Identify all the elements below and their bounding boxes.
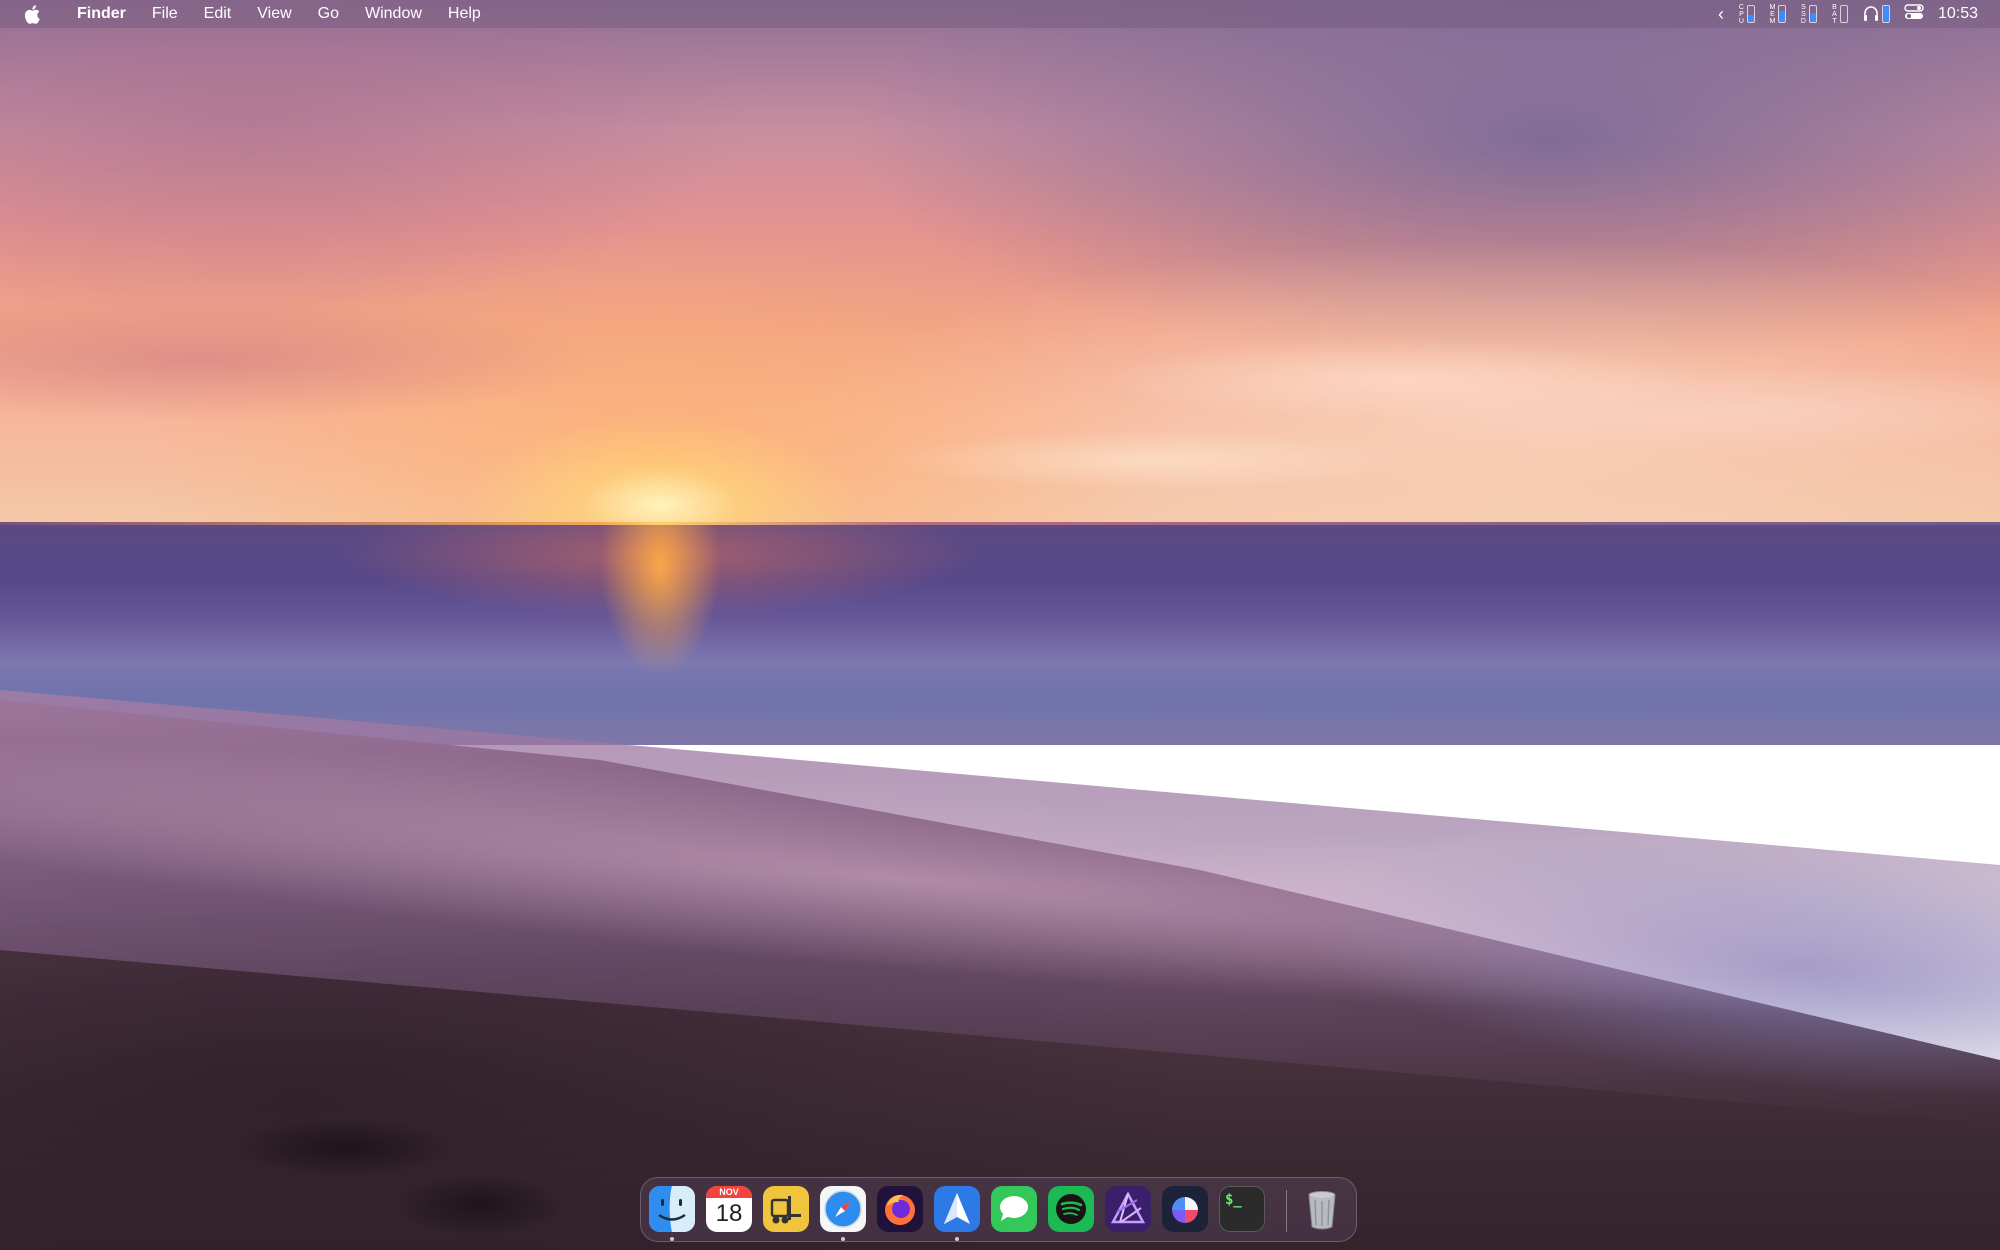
finder-icon[interactable] bbox=[649, 1186, 695, 1232]
finder-running-indicator bbox=[670, 1237, 674, 1241]
calendar-month: NOV bbox=[706, 1186, 752, 1198]
craft-icon[interactable] bbox=[1162, 1186, 1208, 1232]
dock-separator bbox=[1286, 1190, 1287, 1232]
headphones-status[interactable] bbox=[1862, 5, 1890, 23]
memory-meter-bar bbox=[1777, 5, 1786, 23]
battery-meter-label: BAT bbox=[1832, 3, 1837, 25]
forklift-icon[interactable] bbox=[763, 1186, 809, 1232]
status-menus: ‹ CPU MEM SSD BAT 10:53 bbox=[1718, 0, 1978, 28]
menu-go[interactable]: Go bbox=[305, 0, 352, 28]
messages-icon[interactable] bbox=[991, 1186, 1037, 1232]
battery-meter[interactable]: BAT bbox=[1831, 4, 1848, 25]
safari-running-indicator bbox=[841, 1237, 845, 1241]
desktop-wallpaper bbox=[0, 0, 2000, 1250]
safari-icon[interactable] bbox=[820, 1186, 866, 1232]
control-center-icon[interactable] bbox=[1904, 4, 1924, 24]
menu-file[interactable]: File bbox=[139, 0, 191, 28]
cpu-meter-bar bbox=[1746, 5, 1755, 23]
menu-view[interactable]: View bbox=[244, 0, 304, 28]
menu-app-finder[interactable]: Finder bbox=[64, 0, 139, 28]
ssd-meter-label: SSD bbox=[1800, 3, 1806, 25]
calendar-icon[interactable]: NOV 18 bbox=[706, 1186, 752, 1232]
spotify-icon[interactable] bbox=[1048, 1186, 1094, 1232]
menu-edit[interactable]: Edit bbox=[191, 0, 245, 28]
memory-meter[interactable]: MEM bbox=[1769, 4, 1786, 25]
dock: NOV 18 $_ bbox=[640, 1177, 1357, 1242]
wallpaper-sea bbox=[0, 525, 2000, 745]
affinity-photo-icon[interactable] bbox=[1105, 1186, 1151, 1232]
battery-meter-bar bbox=[1839, 5, 1848, 23]
ssd-meter-bar bbox=[1808, 5, 1817, 23]
memory-meter-label: MEM bbox=[1769, 3, 1776, 25]
collapse-arrow-icon[interactable]: ‹ bbox=[1718, 4, 1724, 25]
headphones-icon bbox=[1863, 6, 1878, 21]
firefox-icon[interactable] bbox=[877, 1186, 923, 1232]
wallpaper-clouds bbox=[0, 300, 2000, 500]
headphones-battery-bar bbox=[1881, 5, 1890, 23]
menu-help[interactable]: Help bbox=[435, 0, 494, 28]
spark-icon[interactable] bbox=[934, 1186, 980, 1232]
spark-running-indicator bbox=[955, 1237, 959, 1241]
terminal-icon[interactable]: $_ bbox=[1219, 1186, 1265, 1232]
wallpaper-footprint bbox=[240, 1120, 450, 1175]
calendar-day: 18 bbox=[715, 1200, 743, 1227]
trash-icon[interactable] bbox=[1299, 1186, 1345, 1232]
ssd-meter[interactable]: SSD bbox=[1800, 4, 1817, 25]
menu-bar: Finder File Edit View Go Window Help ‹ C… bbox=[0, 0, 2000, 28]
menu-window[interactable]: Window bbox=[352, 0, 435, 28]
cpu-meter-label: CPU bbox=[1738, 3, 1744, 25]
apple-logo-icon[interactable] bbox=[18, 4, 46, 24]
menubar-clock[interactable]: 10:53 bbox=[1938, 5, 1978, 23]
terminal-prompt: $_ bbox=[1225, 1192, 1242, 1208]
wallpaper-horizon bbox=[0, 522, 2000, 525]
wallpaper-footprint bbox=[400, 1175, 560, 1235]
cpu-meter[interactable]: CPU bbox=[1738, 4, 1755, 25]
